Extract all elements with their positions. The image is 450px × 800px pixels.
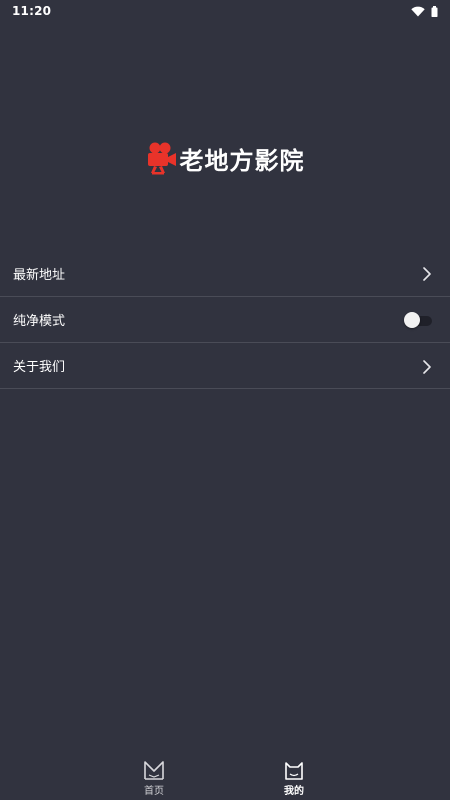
movie-camera-icon bbox=[146, 140, 178, 176]
nav-tab-home[interactable]: 首页 bbox=[119, 752, 189, 800]
menu-item-latest-address[interactable]: 最新地址 bbox=[0, 250, 450, 297]
battery-icon bbox=[431, 5, 438, 17]
status-bar: 11:20 bbox=[0, 0, 450, 22]
toggle-knob bbox=[404, 311, 420, 328]
status-icons bbox=[411, 5, 438, 17]
wifi-icon bbox=[411, 6, 425, 17]
menu-item-pure-mode: 纯净模式 bbox=[0, 297, 450, 343]
menu-item-label: 最新地址 bbox=[13, 267, 66, 283]
app-title: 老地方影院 bbox=[179, 146, 305, 175]
menu-item-label: 关于我们 bbox=[13, 360, 66, 375]
status-time: 11:20 bbox=[12, 4, 52, 18]
app-logo: 老地方影院 bbox=[0, 136, 450, 180]
pure-mode-toggle[interactable] bbox=[404, 311, 432, 329]
bottom-nav: 首页 我的 bbox=[0, 752, 450, 800]
menu-item-about-us[interactable]: 关于我们 bbox=[0, 343, 450, 389]
chevron-right-icon bbox=[422, 266, 432, 281]
nav-tab-mine[interactable]: 我的 bbox=[259, 752, 329, 800]
chevron-right-icon bbox=[422, 359, 432, 374]
profile-cat-icon bbox=[283, 759, 305, 781]
settings-menu: 最新地址 纯净模式 关于我们 bbox=[0, 250, 450, 389]
home-m-icon bbox=[143, 759, 165, 781]
nav-label-mine: 我的 bbox=[284, 786, 304, 797]
nav-label-home: 首页 bbox=[144, 786, 164, 797]
menu-item-label: 纯净模式 bbox=[13, 314, 66, 329]
